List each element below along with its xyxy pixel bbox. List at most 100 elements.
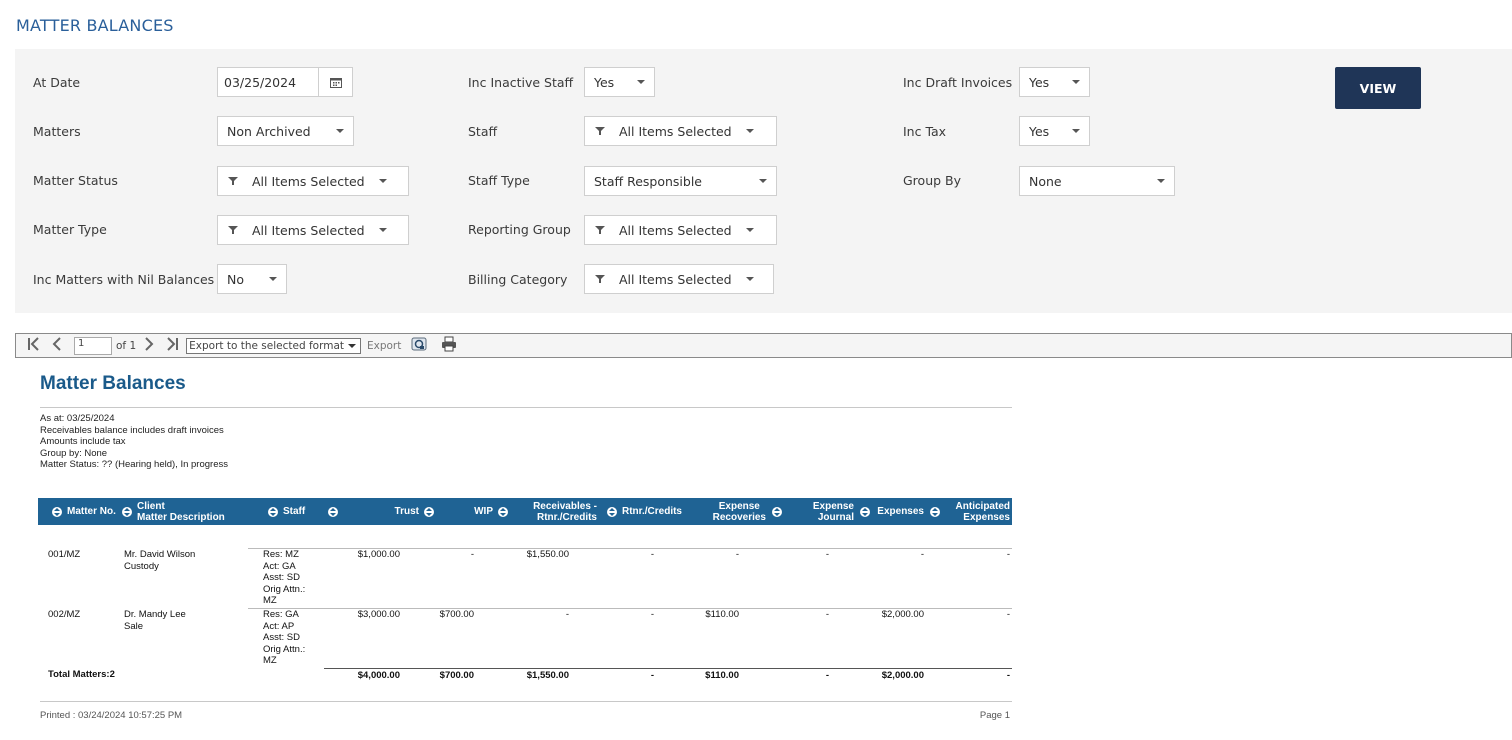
at-date-label: At Date	[33, 75, 81, 90]
sort-icon	[498, 506, 508, 517]
total-expense-journal: -	[825, 670, 829, 681]
inc-nil-select[interactable]: No	[217, 264, 287, 294]
chevron-down-icon	[378, 179, 387, 183]
matter-type-value: All Items Selected	[252, 222, 365, 238]
table-header: Matter No. Client Matter Description Sta…	[38, 498, 1012, 525]
reporting-group-select[interactable]: All Items Selected	[584, 215, 777, 245]
printed-timestamp: Printed : 03/24/2024 10:57:25 PM	[40, 710, 183, 721]
sort-icon	[328, 506, 338, 517]
staff-line: Orig Attn.:	[263, 643, 306, 655]
total-rtnr-credits: -	[650, 670, 654, 681]
group-by-select[interactable]: None	[1019, 166, 1175, 196]
inc-draft-invoices-label: Inc Draft Invoices	[903, 75, 1013, 90]
totals-divider	[324, 668, 1012, 669]
inc-draft-invoices-value: Yes	[1029, 74, 1050, 90]
staff-label: Staff	[468, 124, 498, 139]
wip-value: -	[470, 549, 474, 560]
inc-tax-label: Inc Tax	[903, 124, 947, 139]
report-toolbar: 1 of 1 Export to the selected format Exp…	[15, 333, 1512, 358]
col-matter-no[interactable]: Matter No.	[52, 498, 116, 525]
matters-select[interactable]: Non Archived	[217, 116, 354, 146]
view-button[interactable]: VIEW	[1335, 67, 1421, 109]
first-page-icon[interactable]	[26, 336, 42, 355]
col-client[interactable]: Client Matter Description	[122, 498, 225, 525]
col-wip[interactable]: WIP	[438, 498, 508, 525]
print-icon[interactable]	[441, 336, 457, 355]
inc-draft-invoices-select[interactable]: Yes	[1019, 67, 1090, 97]
report-info: As at: 03/25/2024 Receivables balance in…	[40, 413, 228, 471]
col-expense-recoveries-label: Expense Recoveries	[713, 501, 766, 523]
expense-recoveries-value: -	[735, 549, 739, 560]
total-expenses: $2,000.00	[881, 670, 924, 681]
sort-icon	[930, 506, 940, 517]
export-format-select[interactable]: Export to the selected format	[186, 337, 361, 354]
report-title: Matter Balances	[40, 373, 186, 394]
col-trust-label-wrap: Trust	[374, 498, 434, 525]
rtnr-credits-value: -	[650, 549, 654, 560]
export-link[interactable]: Export	[367, 340, 401, 352]
chevron-down-icon	[348, 343, 356, 348]
col-expenses[interactable]: Expenses	[874, 498, 940, 525]
next-page-icon[interactable]	[142, 336, 156, 355]
last-page-icon[interactable]	[164, 336, 180, 355]
receivables-value: -	[565, 609, 569, 620]
filter-icon	[228, 225, 238, 235]
client-name: Mr. David Wilson	[124, 549, 196, 560]
calendar-icon[interactable]	[318, 68, 352, 96]
matter-type-select[interactable]: All Items Selected	[217, 215, 409, 245]
export-format-value: Export to the selected format	[189, 339, 344, 352]
at-date-field[interactable]: 03/25/2024	[217, 67, 353, 97]
refresh-icon[interactable]	[411, 336, 427, 355]
prev-page-icon[interactable]	[50, 336, 64, 355]
col-anticipated-line: Anticipated	[955, 500, 1010, 512]
matter-no[interactable]: 001/MZ	[48, 549, 80, 561]
staff-type-select[interactable]: Staff Responsible	[584, 166, 777, 196]
chevron-down-icon	[745, 129, 754, 133]
total-receivables: $1,550.00	[526, 670, 569, 681]
col-expense-recoveries[interactable]: Expense Recoveries	[686, 498, 782, 525]
matter-description: Sale	[124, 621, 144, 632]
page-title: MATTER BALANCES	[16, 16, 174, 35]
chevron-down-icon	[1157, 179, 1165, 183]
rtnr-credits-value: -	[650, 609, 654, 620]
inc-tax-select[interactable]: Yes	[1019, 116, 1090, 146]
col-staff-label: Staff	[283, 506, 306, 517]
at-date-value: 03/25/2024	[224, 74, 297, 90]
col-staff[interactable]: Staff	[268, 498, 305, 525]
matter-no[interactable]: 002/MZ	[48, 609, 80, 621]
anticipated-value: -	[1006, 549, 1010, 560]
col-description-line: Matter Description	[137, 511, 225, 523]
col-expenses-label: Expenses	[877, 506, 924, 517]
page-indicator: Page 1	[979, 710, 1010, 721]
page-number-input[interactable]: 1	[74, 336, 112, 355]
matters-label: Matters	[33, 124, 81, 139]
matter-description: Custody	[124, 561, 159, 572]
staff-line: Res: MZ	[263, 549, 299, 560]
sort-icon	[52, 506, 62, 517]
col-exp-jrn-line: Journal	[817, 511, 854, 523]
matter-status-label: Matter Status	[33, 173, 118, 188]
group-by-value: None	[1029, 173, 1062, 189]
col-client-line: Client	[137, 500, 165, 512]
chevron-down-icon	[269, 277, 277, 281]
total-anticipated: -	[1006, 670, 1010, 681]
col-anticipated-label: Anticipated Expenses	[956, 501, 1010, 523]
col-rtnr-credits[interactable]: Rtnr./Credits	[576, 498, 682, 525]
staff-line: Orig Attn.:	[263, 583, 306, 595]
info-line: As at: 03/25/2024	[40, 413, 115, 424]
col-expense-journal[interactable]: Expense Journal	[788, 498, 870, 525]
reporting-group-label: Reporting Group	[468, 222, 571, 237]
footer-divider	[40, 701, 1012, 702]
chevron-down-icon	[637, 80, 645, 84]
billing-category-select[interactable]: All Items Selected	[584, 264, 774, 294]
inc-inactive-staff-select[interactable]: Yes	[584, 67, 655, 97]
col-trust[interactable]	[328, 498, 343, 525]
staff-line: Act: AP	[263, 620, 295, 632]
inc-inactive-staff-label: Inc Inactive Staff	[468, 75, 574, 90]
col-anticipated[interactable]: Anticipated Expenses	[944, 498, 1010, 525]
col-matter-no-label: Matter No.	[67, 506, 116, 517]
sort-icon[interactable]	[424, 506, 434, 517]
staff-select[interactable]: All Items Selected	[584, 116, 777, 146]
billing-category-label: Billing Category	[468, 272, 568, 287]
matter-status-select[interactable]: All Items Selected	[217, 166, 409, 196]
